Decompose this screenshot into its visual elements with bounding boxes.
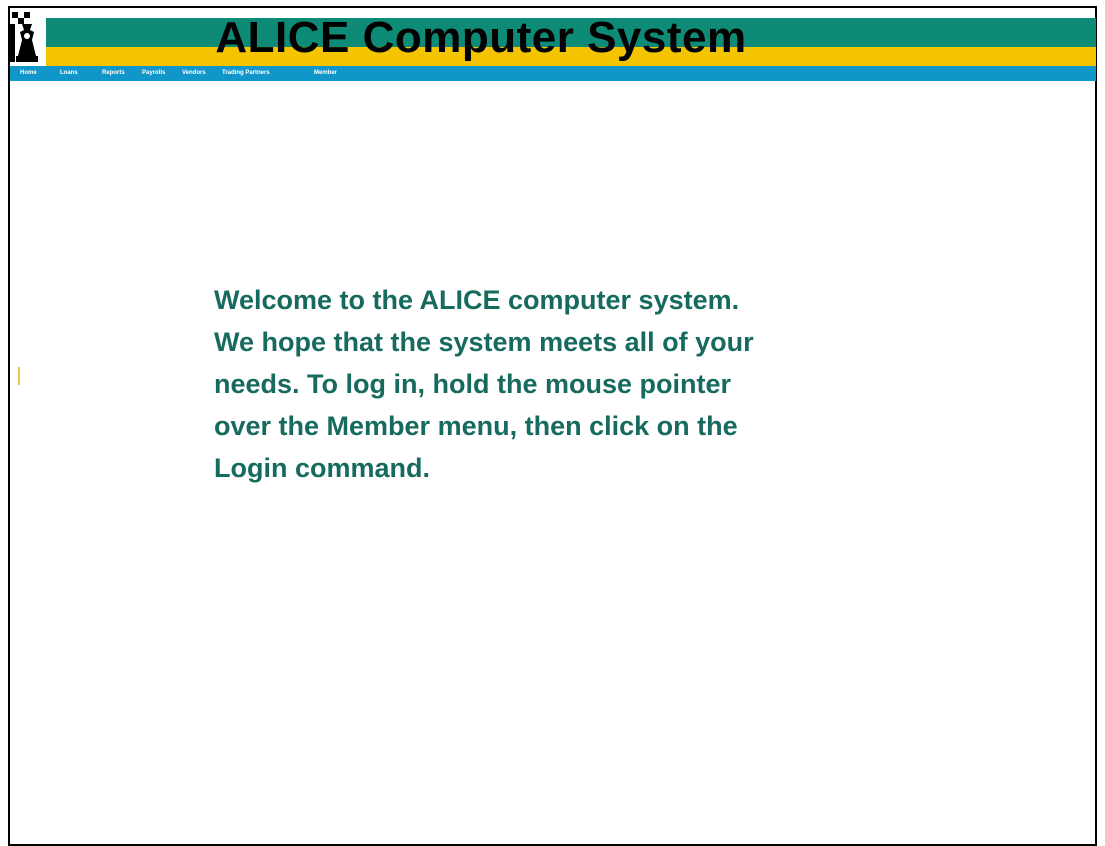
site-header: ALICE Computer System Home Loans Reports…: [10, 10, 1096, 82]
edge-mark: [18, 367, 20, 385]
site-title: ALICE Computer System: [215, 13, 747, 62]
menu-item-home[interactable]: Home: [20, 66, 37, 81]
menu-item-payrolls[interactable]: Payrolls: [142, 66, 165, 81]
menu-item-member[interactable]: Member: [314, 66, 337, 81]
menu-item-loans[interactable]: Loans: [60, 66, 78, 81]
menu-item-trading-partners[interactable]: Trading Partners: [222, 66, 270, 81]
menu-item-reports[interactable]: Reports: [102, 66, 125, 81]
main-menu-bar: Home Loans Reports Payrolls Vendors Trad…: [10, 66, 1096, 81]
welcome-message: Welcome to the ALICE computer system. We…: [214, 285, 754, 483]
alice-chess-logo-icon[interactable]: [10, 10, 44, 66]
menu-item-vendors[interactable]: Vendors: [182, 66, 206, 81]
